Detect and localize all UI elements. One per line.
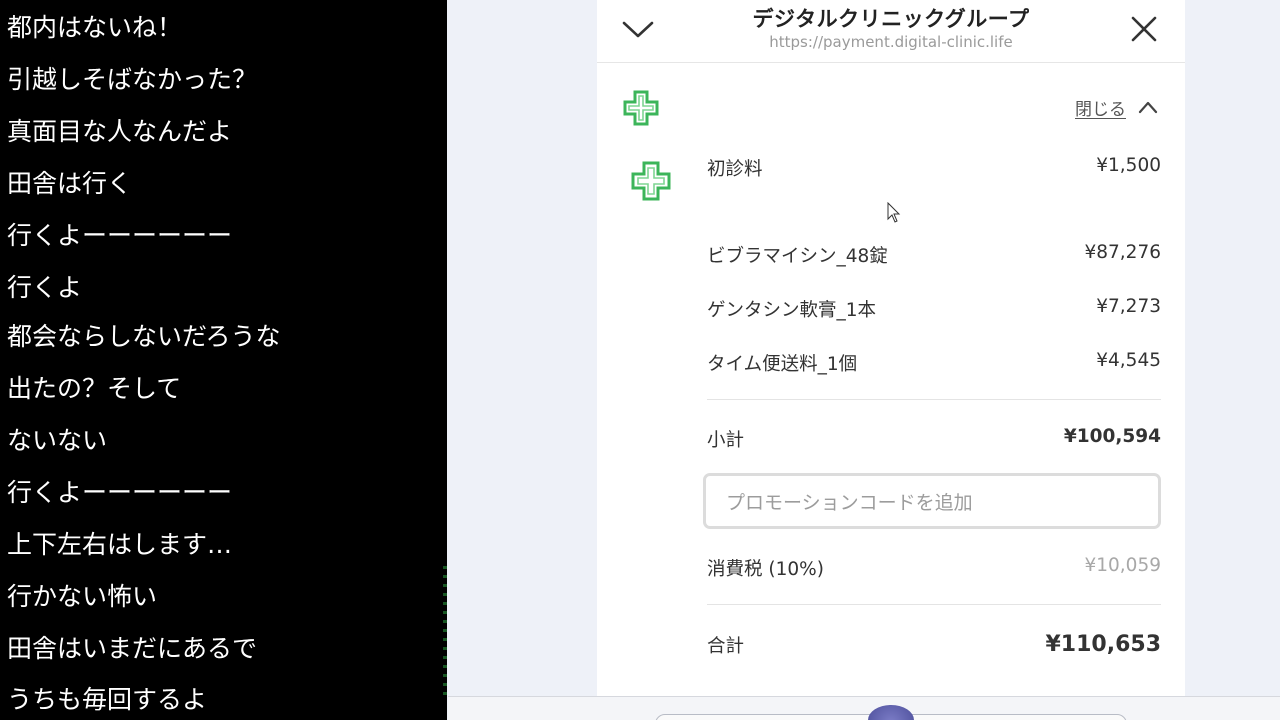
comment-panel: 都内はないね！ 引越しそばなかった？ 真面目な人なんだよ 田舎は行く 行くよーー…	[0, 0, 447, 720]
line-item-amount: ¥7,273	[1096, 296, 1161, 317]
promo-code-input[interactable]: プロモーションコードを追加	[703, 473, 1161, 529]
line-item-amount: ¥4,545	[1096, 350, 1161, 371]
comment-line: 引越しそばなかった？	[7, 65, 258, 94]
divider	[707, 399, 1161, 400]
collapse-toggle[interactable]: 閉じる	[1075, 94, 1158, 120]
line-item-amount: ¥87,276	[1084, 242, 1161, 263]
comment-line: 田舎は行く	[7, 169, 133, 198]
divider	[707, 604, 1161, 605]
line-item-name: タイム便送料_1個	[707, 354, 858, 375]
collapse-label: 閉じる	[1075, 99, 1126, 120]
line-item-amount: ¥1,500	[1096, 155, 1161, 176]
line-item-name: ゲンタシン軟膏_1本	[707, 300, 877, 321]
merchant-url: https://payment.digital-clinic.life	[769, 33, 1013, 51]
line-item: 初診料 ¥1,500	[707, 155, 1161, 181]
comment-line: 行くよーーーーーー	[7, 478, 233, 507]
comment-line: 行くよーーーーーー	[7, 221, 233, 250]
sheet-header: デジタルクリニックグループ https://payment.digital-cl…	[597, 0, 1185, 63]
comment-line: 田舎はいまだにあるで	[7, 634, 258, 663]
line-item: タイム便送料_1個 ¥4,545	[707, 350, 1161, 376]
tax-row: 消費税 (10%) ¥10,059	[707, 555, 1161, 581]
line-item: ゲンタシン軟膏_1本 ¥7,273	[707, 296, 1161, 322]
comment-line: 都内はないね！	[7, 13, 183, 42]
clinic-cross-logo-icon	[623, 90, 659, 126]
comment-line: 行かない怖い	[7, 582, 158, 611]
chevron-up-icon	[1138, 101, 1158, 114]
subtotal-row: 小計 ¥100,594	[707, 426, 1161, 452]
screen: 都内はないね！ 引越しそばなかった？ 真面目な人なんだよ 田舎は行く 行くよーー…	[0, 0, 1280, 720]
total-row: 合計 ¥110,653	[707, 632, 1161, 658]
total-label: 合計	[707, 636, 745, 657]
comment-line: うちも毎回するよ	[7, 685, 208, 714]
video-edge-artifact	[443, 560, 447, 700]
comment-line: 真面目な人なんだよ	[7, 117, 233, 146]
tax-label: 消費税 (10%)	[707, 559, 824, 580]
comment-line: 都会ならしないだろうな	[7, 322, 281, 351]
merchant-title: デジタルクリニックグループ	[752, 7, 1030, 31]
comment-line: ないない	[7, 426, 108, 455]
comment-line: 行くよ	[7, 273, 83, 302]
tax-amount: ¥10,059	[1084, 555, 1161, 576]
total-amount: ¥110,653	[1045, 632, 1161, 657]
comment-line: 出たの？そして	[7, 374, 182, 403]
line-item-name: ビブラマイシン_48錠	[707, 246, 888, 267]
close-icon[interactable]	[1129, 14, 1159, 44]
line-item-name: 初診料	[707, 159, 763, 180]
subtotal-label: 小計	[707, 430, 745, 451]
subtotal-amount: ¥100,594	[1063, 426, 1161, 447]
line-item: ビブラマイシン_48錠 ¥87,276	[707, 242, 1161, 268]
comment-line: 上下左右はします…	[7, 530, 233, 559]
mouse-pointer-icon	[887, 202, 901, 223]
product-cross-icon	[631, 161, 671, 201]
payment-sheet: デジタルクリニックグループ https://payment.digital-cl…	[597, 0, 1185, 696]
